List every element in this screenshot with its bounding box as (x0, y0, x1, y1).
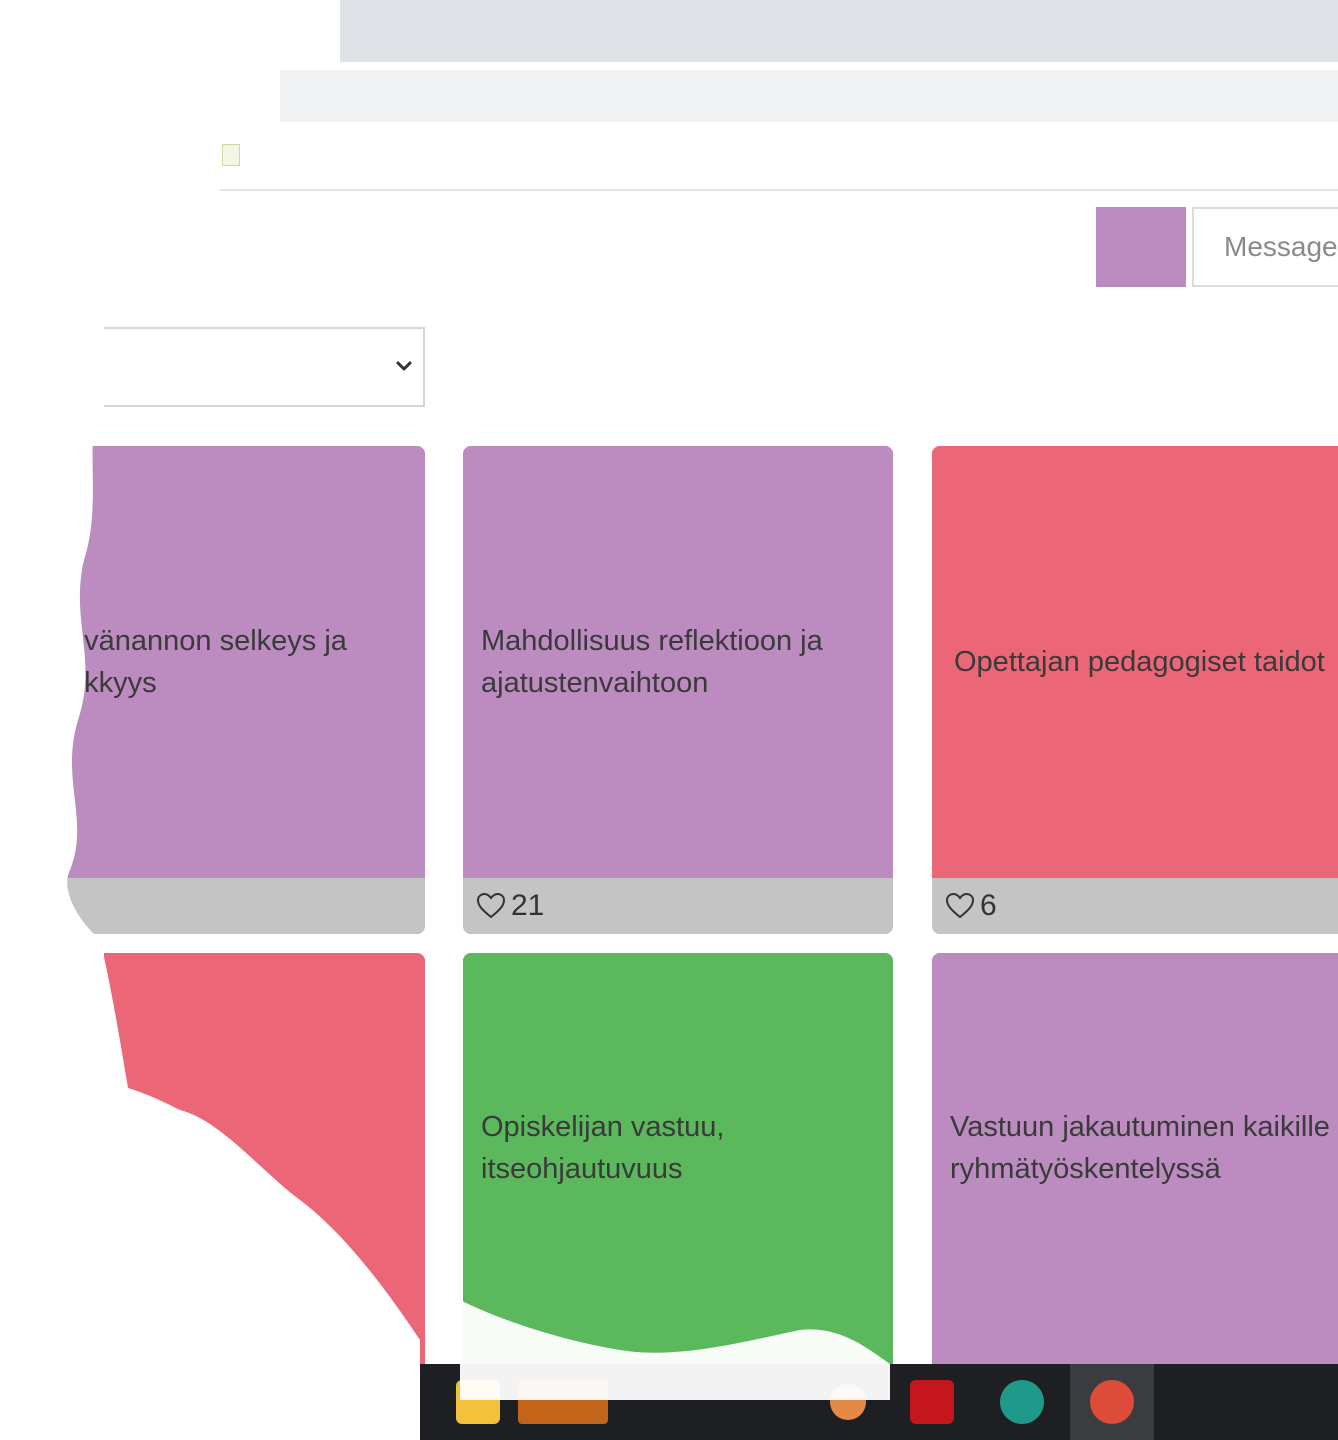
heart-outline-icon[interactable] (946, 893, 974, 919)
sort-select[interactable] (104, 327, 425, 407)
card-footer: 6 (932, 878, 1338, 934)
idea-card[interactable]: Opettajan pedagogiset taidot 6 (932, 446, 1338, 934)
card-footer: 21 (463, 878, 893, 934)
card-text: Mahdollisuus reflektioon ja ajatustenvai… (481, 625, 823, 699)
card-text: Vastuun jakautuminen kaikille ryhmätyösk… (950, 1111, 1330, 1185)
like-count: 6 (980, 889, 997, 922)
header-divider (220, 189, 1338, 191)
small-image-icon (222, 144, 240, 166)
torn-bottom-overlay (460, 1300, 890, 1400)
message-input[interactable] (1192, 207, 1338, 287)
chevron-down-icon (396, 361, 412, 371)
sub-header-bar (280, 70, 1338, 122)
card-text: Opiskelijan vastuu, itseohjautuvuus (481, 1111, 725, 1185)
like-count: 21 (511, 889, 545, 922)
color-picker-button[interactable] (1096, 207, 1186, 287)
torn-bottom-left-overlay (100, 1080, 420, 1440)
idea-card[interactable]: Mahdollisuus reflektioon ja ajatustenvai… (463, 446, 893, 934)
app-header-bar (340, 0, 1338, 62)
card-text: Opettajan pedagogiset taidot (954, 646, 1325, 678)
heart-outline-icon[interactable] (477, 893, 505, 919)
